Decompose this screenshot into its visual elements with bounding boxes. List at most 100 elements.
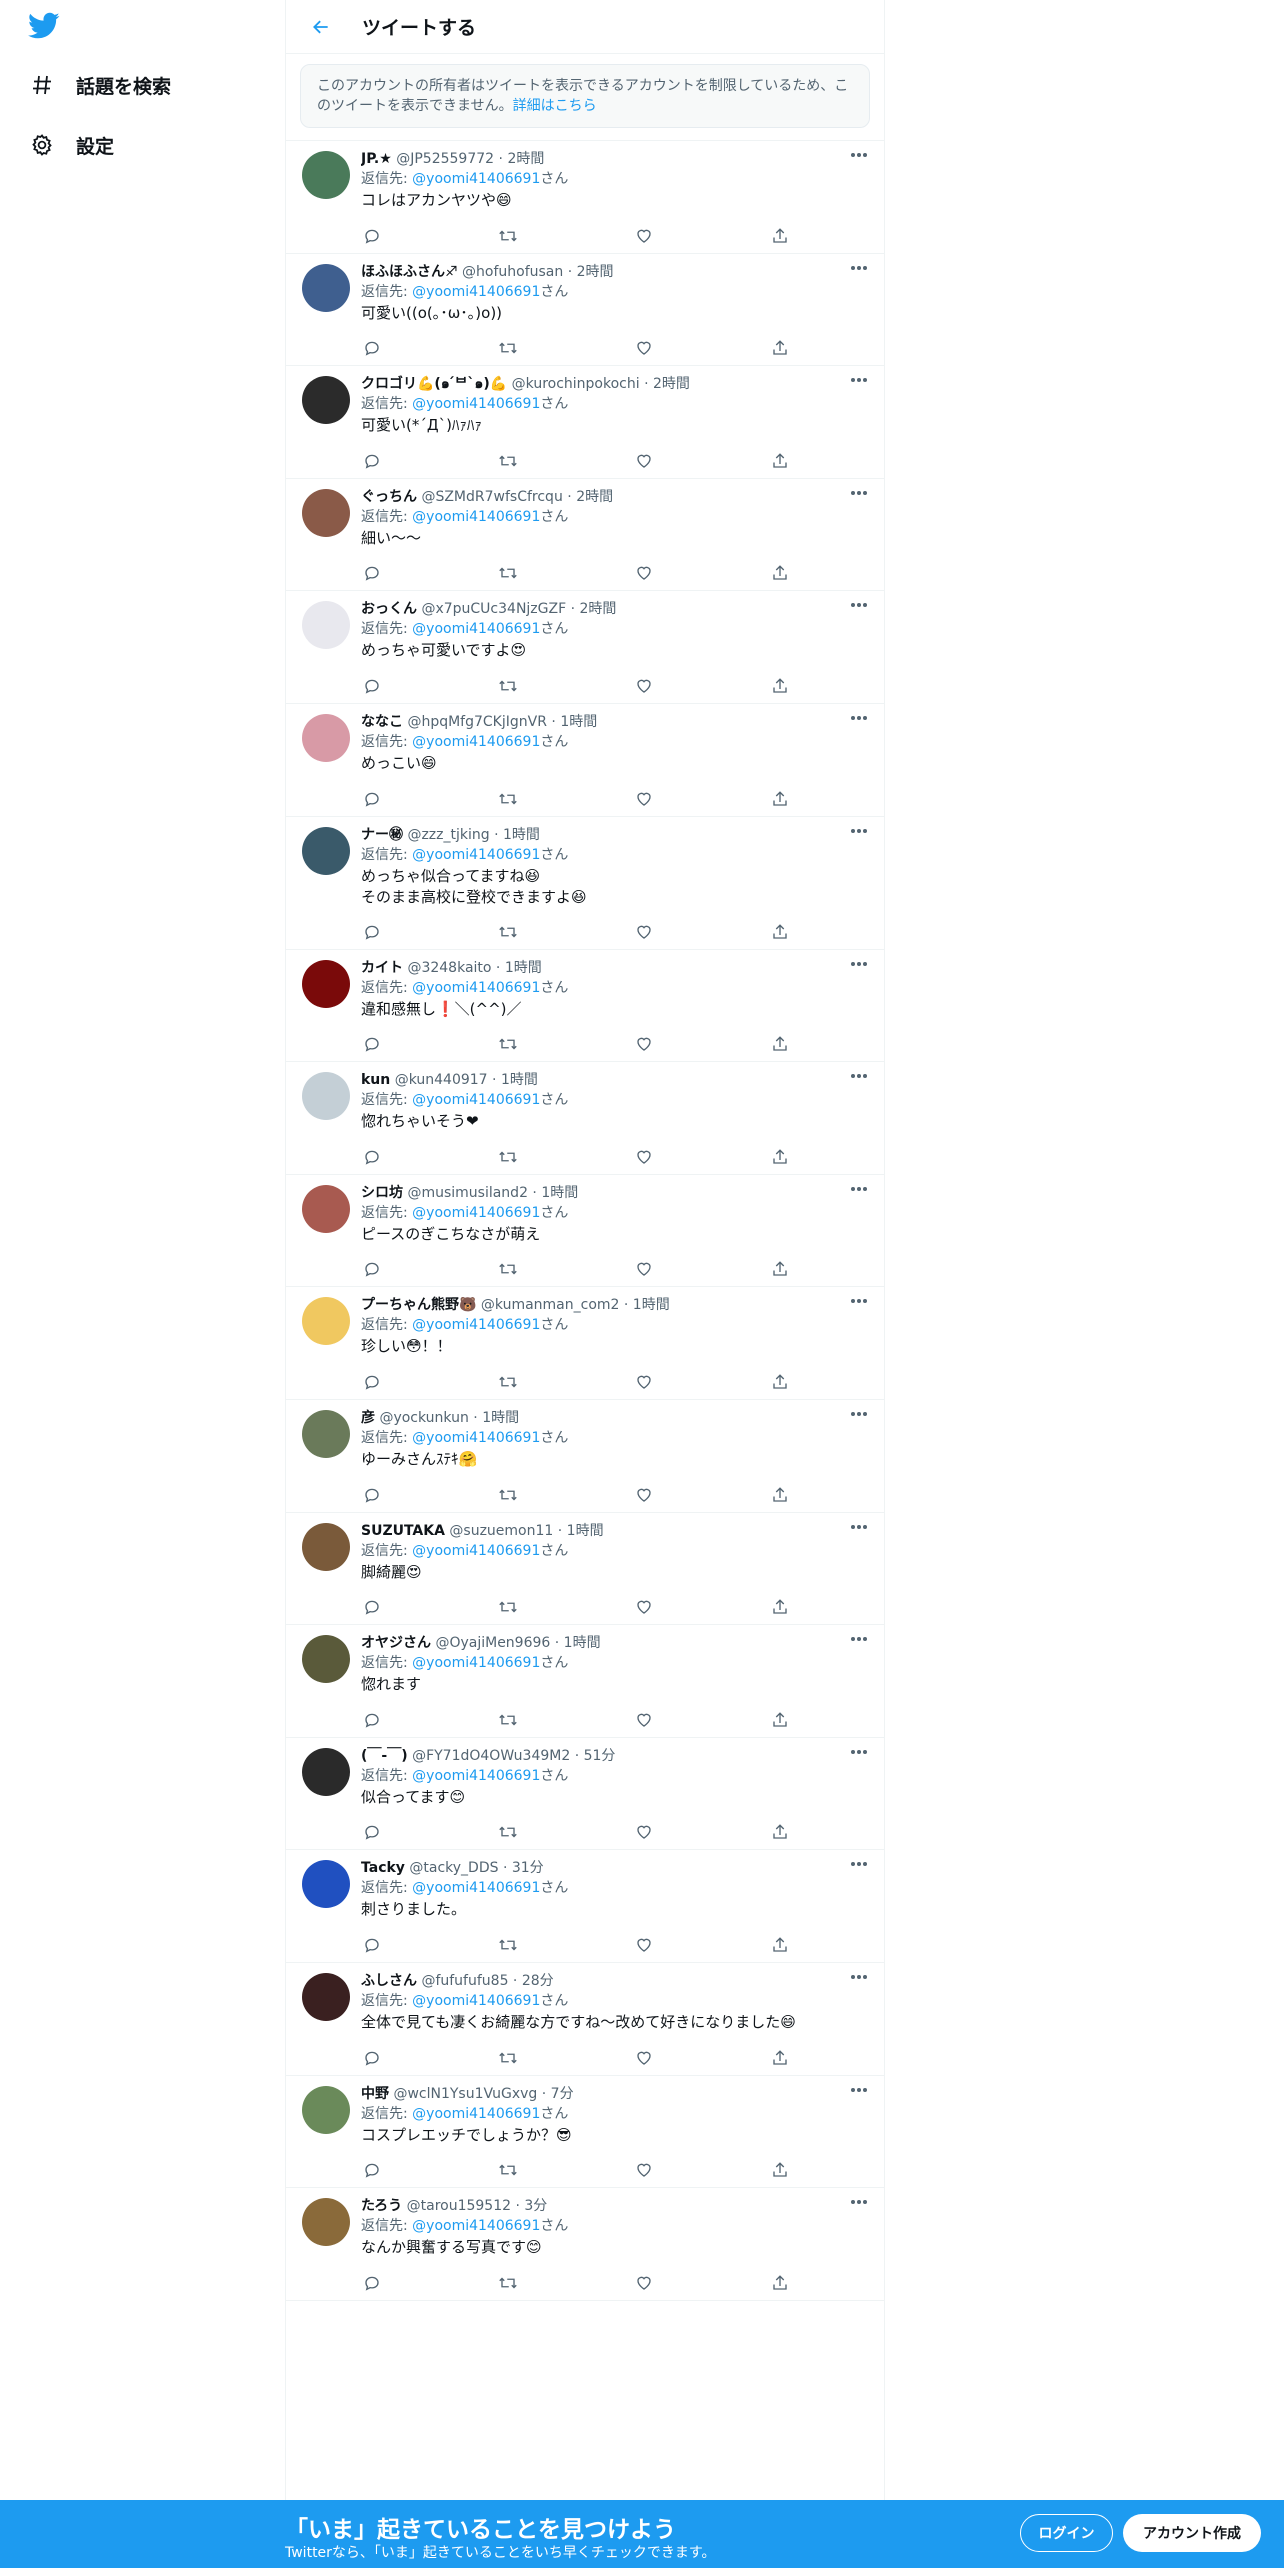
like-icon[interactable] <box>633 1371 655 1393</box>
share-icon[interactable] <box>769 1709 791 1731</box>
retweet-icon[interactable] <box>497 1033 519 1055</box>
user-handle[interactable]: @yockunkun <box>379 1410 468 1426</box>
user-handle[interactable]: @kurochinpokochi <box>512 376 640 392</box>
more-options-icon[interactable] <box>848 1856 870 1872</box>
user-handle[interactable]: @hpqMfg7CKjIgnVR <box>407 714 547 730</box>
more-options-icon[interactable] <box>848 260 870 276</box>
tweet-time[interactable]: 2時間 <box>576 489 613 505</box>
user-handle[interactable]: @musimusiland2 <box>407 1185 528 1201</box>
retweet-icon[interactable] <box>497 1371 519 1393</box>
tweet-item[interactable]: カイト @3248kaito · 1時間 返信先: @yoomi41406691さ… <box>286 950 884 1063</box>
user-name[interactable]: JP.★ <box>361 151 392 167</box>
tweet-time[interactable]: 2時間 <box>507 151 544 167</box>
reply-icon[interactable] <box>361 1484 383 1506</box>
mention-link[interactable]: @yoomi41406691 <box>412 1880 540 1896</box>
reply-icon[interactable] <box>361 1934 383 1956</box>
tweet-time[interactable]: 1時間 <box>503 827 540 843</box>
reply-icon[interactable] <box>361 2159 383 2181</box>
more-options-icon[interactable] <box>848 485 870 501</box>
retweet-icon[interactable] <box>497 1258 519 1280</box>
avatar[interactable] <box>302 601 350 650</box>
reply-icon[interactable] <box>361 675 383 697</box>
user-name[interactable]: (￣‐￣) <box>361 1748 408 1764</box>
tweet-item[interactable]: ぐっちん @SZMdR7wfsCfrcqu · 2時間 返信先: @yoomi41… <box>286 479 884 592</box>
user-name[interactable]: クロゴリ💪(๑ ́ᄇ`๑)💪 <box>361 376 507 392</box>
more-options-icon[interactable] <box>848 710 870 726</box>
mention-link[interactable]: @yoomi41406691 <box>412 1430 540 1446</box>
mention-link[interactable]: @yoomi41406691 <box>412 621 540 637</box>
share-icon[interactable] <box>769 1371 791 1393</box>
reply-icon[interactable] <box>361 337 383 359</box>
user-name[interactable]: 彦 <box>361 1410 375 1426</box>
more-options-icon[interactable] <box>848 1744 870 1760</box>
avatar[interactable] <box>302 959 350 1008</box>
avatar[interactable] <box>302 1297 350 1346</box>
retweet-icon[interactable] <box>497 562 519 584</box>
share-icon[interactable] <box>769 675 791 697</box>
user-name[interactable]: SUZUTAKA <box>361 1523 445 1539</box>
tweet-time[interactable]: 1時間 <box>567 1523 604 1539</box>
like-icon[interactable] <box>633 1934 655 1956</box>
share-icon[interactable] <box>769 2047 791 2069</box>
user-handle[interactable]: @tacky_DDS <box>409 1860 498 1876</box>
reply-icon[interactable] <box>361 921 383 943</box>
mention-link[interactable]: @yoomi41406691 <box>412 1092 540 1108</box>
reply-icon[interactable] <box>361 225 383 247</box>
like-icon[interactable] <box>633 1484 655 1506</box>
share-icon[interactable] <box>769 450 791 472</box>
tweet-time[interactable]: 1時間 <box>482 1410 519 1426</box>
user-name[interactable]: おっくん <box>361 601 417 617</box>
login-button[interactable]: ログイン <box>1020 2514 1113 2552</box>
share-icon[interactable] <box>769 225 791 247</box>
user-handle[interactable]: @suzuemon11 <box>449 1523 553 1539</box>
more-options-icon[interactable] <box>848 597 870 613</box>
mention-link[interactable]: @yoomi41406691 <box>412 847 540 863</box>
reply-icon[interactable] <box>361 450 383 472</box>
signup-button[interactable]: アカウント作成 <box>1123 2514 1261 2552</box>
avatar[interactable] <box>302 1522 350 1571</box>
tweet-time[interactable]: 1時間 <box>541 1185 578 1201</box>
more-options-icon[interactable] <box>848 1068 870 1084</box>
retweet-icon[interactable] <box>497 675 519 697</box>
twitter-logo-icon[interactable] <box>28 12 64 44</box>
tweet-item[interactable]: ナー㊙ @zzz_tjking · 1時間 返信先: @yoomi41406691… <box>286 817 884 950</box>
tweet-item[interactable]: 中野 @wclN1Ysu1VuGxvg · 7分 返信先: @yoomi41406… <box>286 2076 884 2189</box>
share-icon[interactable] <box>769 1146 791 1168</box>
user-handle[interactable]: @wclN1Ysu1VuGxvg <box>393 2086 537 2102</box>
retweet-icon[interactable] <box>497 2047 519 2069</box>
avatar[interactable] <box>302 1409 350 1458</box>
user-name[interactable]: kun <box>361 1072 390 1088</box>
like-icon[interactable] <box>633 1596 655 1618</box>
retweet-icon[interactable] <box>497 788 519 810</box>
like-icon[interactable] <box>633 1709 655 1731</box>
user-name[interactable]: シロ坊 <box>361 1185 403 1201</box>
avatar[interactable] <box>302 1635 350 1684</box>
more-options-icon[interactable] <box>848 1519 870 1535</box>
share-icon[interactable] <box>769 562 791 584</box>
avatar[interactable] <box>302 1184 350 1233</box>
user-name[interactable]: ふしさん <box>361 1973 417 1989</box>
learn-more-link[interactable]: 詳細はこちら <box>513 98 597 114</box>
retweet-icon[interactable] <box>497 1596 519 1618</box>
user-handle[interactable]: @hofuhofusan <box>462 264 563 280</box>
retweet-icon[interactable] <box>497 225 519 247</box>
like-icon[interactable] <box>633 675 655 697</box>
tweet-time[interactable]: 3分 <box>524 2198 547 2214</box>
like-icon[interactable] <box>633 450 655 472</box>
user-name[interactable]: 中野 <box>361 2086 389 2102</box>
nav-item-settings[interactable]: 設定 <box>28 125 114 165</box>
like-icon[interactable] <box>633 1258 655 1280</box>
share-icon[interactable] <box>769 2159 791 2181</box>
more-options-icon[interactable] <box>848 1406 870 1422</box>
mention-link[interactable]: @yoomi41406691 <box>412 980 540 996</box>
mention-link[interactable]: @yoomi41406691 <box>412 509 540 525</box>
mention-link[interactable]: @yoomi41406691 <box>412 1543 540 1559</box>
like-icon[interactable] <box>633 1033 655 1055</box>
more-options-icon[interactable] <box>848 2194 870 2210</box>
avatar[interactable] <box>302 713 350 762</box>
tweet-item[interactable]: ふしさん @fufufufu85 · 28分 返信先: @yoomi4140669… <box>286 1963 884 2076</box>
share-icon[interactable] <box>769 2272 791 2294</box>
mention-link[interactable]: @yoomi41406691 <box>412 1655 540 1671</box>
like-icon[interactable] <box>633 788 655 810</box>
mention-link[interactable]: @yoomi41406691 <box>412 734 540 750</box>
